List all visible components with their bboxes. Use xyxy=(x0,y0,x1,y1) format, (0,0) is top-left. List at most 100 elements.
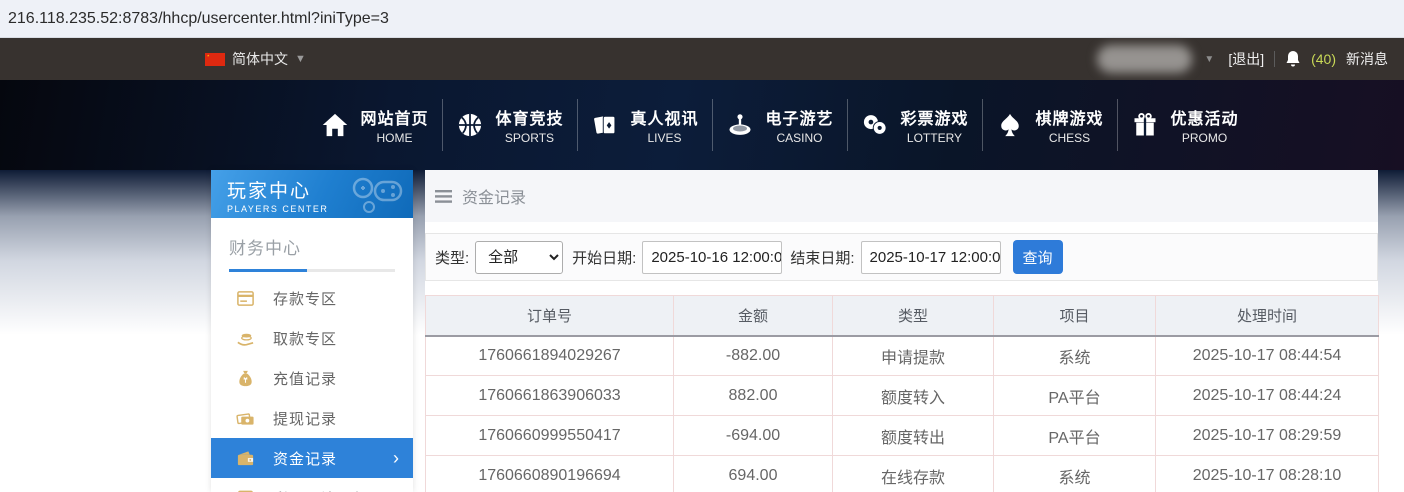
table-cell: 2025-10-17 08:44:54 xyxy=(1156,336,1379,376)
nav-item-text: 网站首页 HOME xyxy=(360,105,428,145)
nav-item-text: 体育竞技SPORTS xyxy=(495,105,563,145)
table-cell: 1760660999550417 xyxy=(426,416,674,456)
sidebar-section-label: 财务中心 xyxy=(229,234,395,269)
nav-item-title: 棋牌游戏 xyxy=(1035,105,1103,129)
start-date-label: 开始日期: xyxy=(572,247,636,268)
nav-item-subtitle: SPORTS xyxy=(495,131,563,145)
bet-detail-icon xyxy=(236,489,255,492)
nav-item-sports[interactable]: 体育竞技SPORTS xyxy=(443,80,577,170)
gamepad-icon xyxy=(349,174,405,214)
username-redacted[interactable] xyxy=(1097,45,1192,73)
page-title: 资金记录 xyxy=(462,184,526,208)
nav-item-promo[interactable]: 优惠活动PROMO xyxy=(1118,80,1252,170)
home-icon xyxy=(321,111,349,139)
type-label: 类型: xyxy=(435,247,469,268)
sidebar-item-lottery-bet-details[interactable]: 彩票下注明细 xyxy=(211,478,413,492)
table-body: 1760661894029267-882.00申请提款系统2025-10-17 … xyxy=(426,336,1379,492)
nav-item-chess[interactable]: 棋牌游戏CHESS xyxy=(983,80,1117,170)
chevron-right-icon: › xyxy=(393,449,399,467)
nav-item-subtitle: HOME xyxy=(360,131,428,145)
nav-item-subtitle: CASINO xyxy=(765,131,833,145)
table-cell: PA平台 xyxy=(994,376,1156,416)
table-row: 1760660890196694694.00在线存款系统2025-10-17 0… xyxy=(426,456,1379,492)
table-cell: 申请提款 xyxy=(833,336,994,376)
nav-item-title: 网站首页 xyxy=(360,105,428,129)
language-label: 简体中文 xyxy=(232,49,288,69)
sidebar-header[interactable]: 玩家中心 PLAYERS CENTER xyxy=(211,170,413,218)
nav-item-text: 优惠活动PROMO xyxy=(1170,105,1238,145)
end-date-input[interactable] xyxy=(861,241,1001,274)
table-header-row: 订单号金额类型项目处理时间 xyxy=(426,296,1379,336)
funds-records-table: 订单号金额类型项目处理时间 1760661894029267-882.00申请提… xyxy=(425,295,1379,492)
sidebar-item-deposit-zone[interactable]: 存款专区 xyxy=(211,278,413,318)
bell-icon[interactable] xyxy=(1285,50,1301,68)
gift-icon xyxy=(1131,111,1159,139)
table-cell: 882.00 xyxy=(674,376,833,416)
table-cell: -694.00 xyxy=(674,416,833,456)
nav-item-lottery[interactable]: 彩票游戏LOTTERY xyxy=(848,80,982,170)
nav-items: 网站首页 HOME 体育竞技SPORTS 真人视讯LIVES 电子游艺 CASINO 彩票游… xyxy=(308,80,1252,170)
table-cell: 1760661863906033 xyxy=(426,376,674,416)
main-nav: 网站首页 HOME 体育竞技SPORTS 真人视讯LIVES 电子游艺 CASINO 彩票游… xyxy=(0,80,1404,170)
sidebar-item-label: 取款专区 xyxy=(273,328,337,349)
sidebar-item-withdraw-records[interactable]: 提现记录 xyxy=(211,398,413,438)
nav-item-text: 电子游艺 CASINO xyxy=(765,105,833,145)
new-messages-link[interactable]: 新消息 xyxy=(1346,49,1388,69)
page: 216.118.235.52:8783/hhcp/usercenter.html… xyxy=(0,0,1404,492)
filter-bar: 类型: 全部 开始日期: 结束日期: 查询 xyxy=(425,233,1378,281)
message-count-badge[interactable]: (40) xyxy=(1311,51,1336,67)
start-date-input[interactable] xyxy=(642,241,782,274)
hamburger-icon[interactable] xyxy=(435,190,452,203)
sidebar-menu: 存款专区取款专区充值记录提现记录资金记录 › 彩票下注明细 xyxy=(211,278,413,492)
sidebar-item-recharge-records[interactable]: 充值记录 xyxy=(211,358,413,398)
column-header: 类型 xyxy=(833,296,994,336)
type-select[interactable]: 全部 xyxy=(475,241,563,274)
basketball-icon xyxy=(456,111,484,139)
chevron-down-icon: ▼ xyxy=(295,53,306,65)
poker-cards-icon xyxy=(591,111,619,139)
table-cell: 1760661894029267 xyxy=(426,336,674,376)
sidebar-section: 财务中心 xyxy=(211,218,413,272)
table-cell: 在线存款 xyxy=(833,456,994,492)
sidebar-item-label: 资金记录 xyxy=(273,448,337,469)
table-cell: 1760660890196694 xyxy=(426,456,674,492)
sidebar-item-funds-records[interactable]: 资金记录 › xyxy=(211,438,413,478)
logout-link[interactable]: [退出] xyxy=(1228,49,1264,69)
sidebar-item-withdraw-zone[interactable]: 取款专区 xyxy=(211,318,413,358)
nav-item-text: 棋牌游戏CHESS xyxy=(1035,105,1103,145)
breadcrumb: 资金记录 xyxy=(425,170,1378,222)
wallet-icon xyxy=(236,449,255,468)
table-cell: 2025-10-17 08:44:24 xyxy=(1156,376,1379,416)
table-row: 1760661863906033882.00额度转入PA平台2025-10-17… xyxy=(426,376,1379,416)
nav-item-casino[interactable]: 电子游艺 CASINO xyxy=(713,80,847,170)
nav-item-lives[interactable]: 真人视讯LIVES xyxy=(578,80,712,170)
column-header: 项目 xyxy=(994,296,1156,336)
table-cell: 2025-10-17 08:28:10 xyxy=(1156,456,1379,492)
table-cell: -882.00 xyxy=(674,336,833,376)
nav-item-title: 电子游艺 xyxy=(765,105,833,129)
search-button[interactable]: 查询 xyxy=(1013,240,1063,274)
sidebar-section-rule xyxy=(229,269,395,272)
table-cell: 系统 xyxy=(994,336,1156,376)
roulette-icon xyxy=(726,111,754,139)
chevron-down-icon[interactable]: ▼ xyxy=(1204,54,1214,65)
nav-item-subtitle: PROMO xyxy=(1170,131,1238,145)
lottery-balls-icon xyxy=(861,111,889,139)
sidebar: 玩家中心 PLAYERS CENTER 财务中心 存款专区取款专区充值记录提现记… xyxy=(211,170,413,492)
deposit-card-icon xyxy=(236,289,255,308)
column-header: 订单号 xyxy=(426,296,674,336)
nav-item-text: 真人视讯LIVES xyxy=(630,105,698,145)
table-cell: 694.00 xyxy=(674,456,833,492)
sidebar-item-label: 充值记录 xyxy=(273,368,337,389)
withdraw-record-icon xyxy=(236,409,255,428)
table-row: 1760661894029267-882.00申请提款系统2025-10-17 … xyxy=(426,336,1379,376)
table-cell: 2025-10-17 08:29:59 xyxy=(1156,416,1379,456)
table-cell: 额度转入 xyxy=(833,376,994,416)
nav-item-home[interactable]: 网站首页 HOME xyxy=(308,80,442,170)
language-selector[interactable]: 简体中文 ▼ xyxy=(205,38,306,80)
nav-item-title: 真人视讯 xyxy=(630,105,698,129)
table-cell: 额度转出 xyxy=(833,416,994,456)
table-cell: PA平台 xyxy=(994,416,1156,456)
divider xyxy=(1274,51,1275,67)
browser-url-bar[interactable]: 216.118.235.52:8783/hhcp/usercenter.html… xyxy=(0,0,1404,38)
